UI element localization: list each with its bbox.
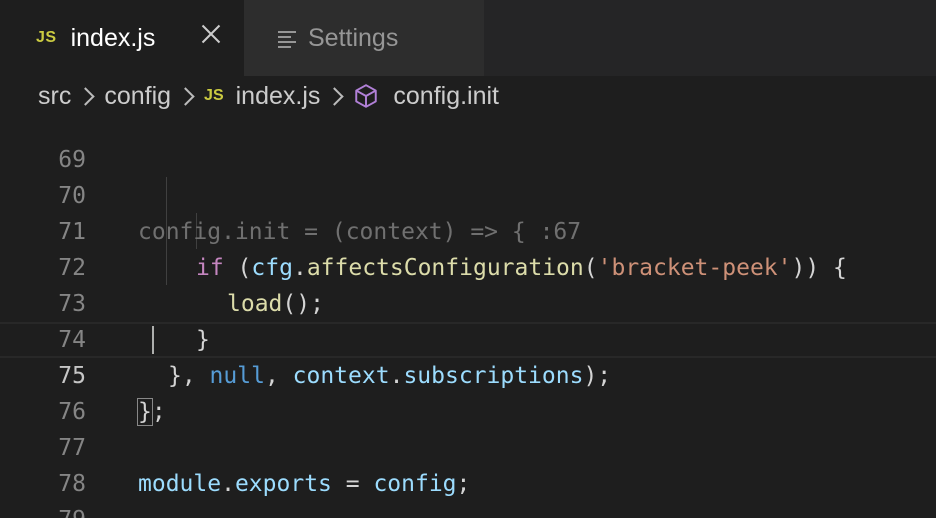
code-line: 73 } (0, 250, 936, 353)
tab-label: index.js (70, 23, 156, 52)
tab-label: Settings (308, 23, 399, 52)
code-line: 69 (0, 116, 936, 173)
breadcrumb-item-file[interactable]: index.js (236, 82, 321, 111)
javascript-file-icon: JS (204, 87, 224, 104)
code-line: 74 }, null, context.subscriptions); (0, 286, 936, 389)
code-line: 77 module.exports = config; (0, 394, 936, 497)
current-line: 75 }; (0, 322, 936, 426)
code-line: 79 (0, 466, 936, 518)
javascript-file-icon: JS (36, 29, 57, 46)
code-line: 78 (0, 430, 936, 497)
code-line: 72 load(); (0, 214, 936, 317)
tab-settings[interactable]: Settings (244, 0, 484, 76)
chevron-right-icon (176, 86, 195, 106)
code-line: 76 (0, 358, 936, 425)
code-line: 70 config.init = (context) => { :67 (0, 142, 936, 245)
chevron-right-icon (325, 86, 345, 106)
line-number: 79 (0, 502, 86, 518)
tab-index-js[interactable]: JS index.js (0, 0, 244, 76)
breadcrumb-item-config[interactable]: config (104, 82, 171, 111)
close-icon[interactable] (200, 23, 222, 45)
cube-icon (355, 84, 378, 108)
lines-icon (278, 31, 296, 48)
text-cursor (152, 326, 154, 354)
breadcrumb-item-symbol[interactable]: config.init (393, 82, 499, 111)
code-line: 71 if (cfg.affectsConfiguration('bracket… (0, 178, 936, 281)
breadcrumb: src config JS index.js config.init (0, 76, 936, 116)
tab-bar: JS index.js Settings (0, 0, 936, 76)
code-editor[interactable]: 69 70 config.init = (context) => { :67 7… (0, 116, 936, 518)
breadcrumb-item-src[interactable]: src (38, 82, 71, 111)
chevron-right-icon (76, 86, 96, 106)
